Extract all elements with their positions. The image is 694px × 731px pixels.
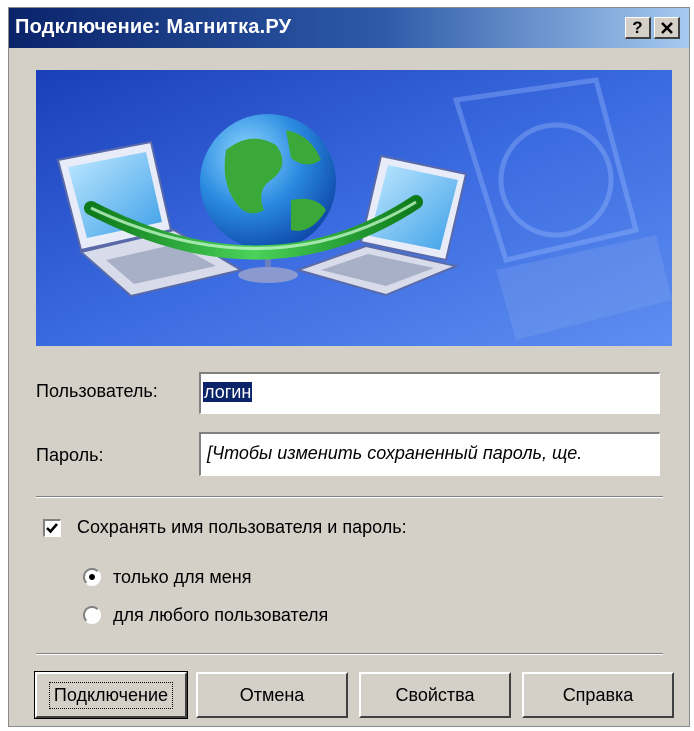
connect-button-label: Подключение xyxy=(48,681,174,709)
cancel-button-label: Отмена xyxy=(239,684,305,705)
radio-any-user[interactable] xyxy=(83,606,101,624)
checkmark-icon xyxy=(46,523,58,534)
radio-any-user-label[interactable]: для любого пользователя xyxy=(113,605,328,626)
network-connection-icon xyxy=(36,70,672,346)
title-bar[interactable]: Подключение: Магнитка.РУ ? xyxy=(9,8,689,48)
help-button[interactable]: Справка xyxy=(522,672,674,718)
connection-dialog: Подключение: Магнитка.РУ ? Пользователь:… xyxy=(8,7,690,727)
user-field[interactable]: логин xyxy=(199,372,660,414)
help-button-label: Справка xyxy=(562,684,634,705)
password-label: Пароль: xyxy=(36,445,104,465)
password-input-value[interactable]: [Чтобы изменить сохраненный пароль, ще. xyxy=(201,434,659,473)
close-icon xyxy=(660,21,673,34)
password-field[interactable]: [Чтобы изменить сохраненный пароль, ще. xyxy=(199,432,660,476)
user-input-value[interactable]: логин xyxy=(203,382,253,402)
radio-selected-dot xyxy=(89,574,95,580)
connection-banner-image xyxy=(36,70,672,346)
help-title-button[interactable]: ? xyxy=(625,17,651,39)
radio-only-me[interactable] xyxy=(83,568,101,586)
window-title: Подключение: Магнитка.РУ xyxy=(15,16,292,38)
radio-only-me-label[interactable]: только для меня xyxy=(113,567,251,588)
user-label: Пользователь: xyxy=(36,381,158,401)
cancel-button[interactable]: Отмена xyxy=(196,672,348,718)
save-credentials-label[interactable]: Сохранять имя пользователя и пароль: xyxy=(77,517,407,538)
properties-button-label: Свойства xyxy=(395,684,475,705)
save-credentials-checkbox[interactable] xyxy=(43,519,61,537)
close-title-button[interactable] xyxy=(654,17,680,39)
separator-top xyxy=(36,496,663,498)
separator-bottom xyxy=(36,653,663,655)
properties-button[interactable]: Свойства xyxy=(359,672,511,718)
connect-button[interactable]: Подключение xyxy=(34,671,188,719)
